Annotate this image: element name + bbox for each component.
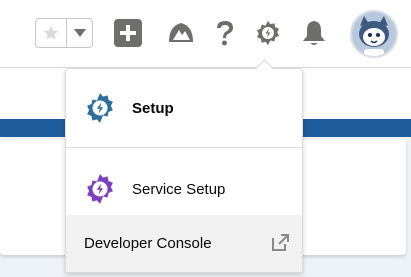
menu-item-developer-console-label: Developer Console [84,235,212,252]
menu-item-setup[interactable]: Setup [66,87,302,129]
menu-item-service-setup-label: Service Setup [132,180,226,198]
star-icon [43,25,59,40]
global-actions-button[interactable] [112,14,144,52]
menu-item-developer-console[interactable]: Developer Console [66,215,302,272]
astro-avatar [352,12,396,56]
plus-icon [114,19,142,47]
user-avatar[interactable] [350,10,398,58]
trailhead-button[interactable] [165,14,197,52]
question-icon [217,21,233,46]
notifications-button[interactable] [298,14,330,52]
global-header [0,0,411,68]
menu-divider [66,147,302,148]
trailhead-icon [169,23,193,42]
help-button[interactable] [209,14,241,52]
favorites-group [35,18,93,48]
service-gear-icon [84,173,116,205]
favorites-list-button[interactable] [67,19,92,47]
chevron-down-icon [73,29,86,37]
setup-gear-icon [84,92,116,124]
bell-icon [303,21,325,45]
favorites-button[interactable] [36,19,67,47]
menu-item-setup-label: Setup [132,99,174,117]
menu-item-service-setup[interactable]: Service Setup [66,168,302,210]
setup-menu: Setup Service Setup Developer Console [65,68,303,273]
setup-button[interactable] [252,14,284,52]
external-link-icon [270,233,290,257]
gear-icon [257,21,279,45]
